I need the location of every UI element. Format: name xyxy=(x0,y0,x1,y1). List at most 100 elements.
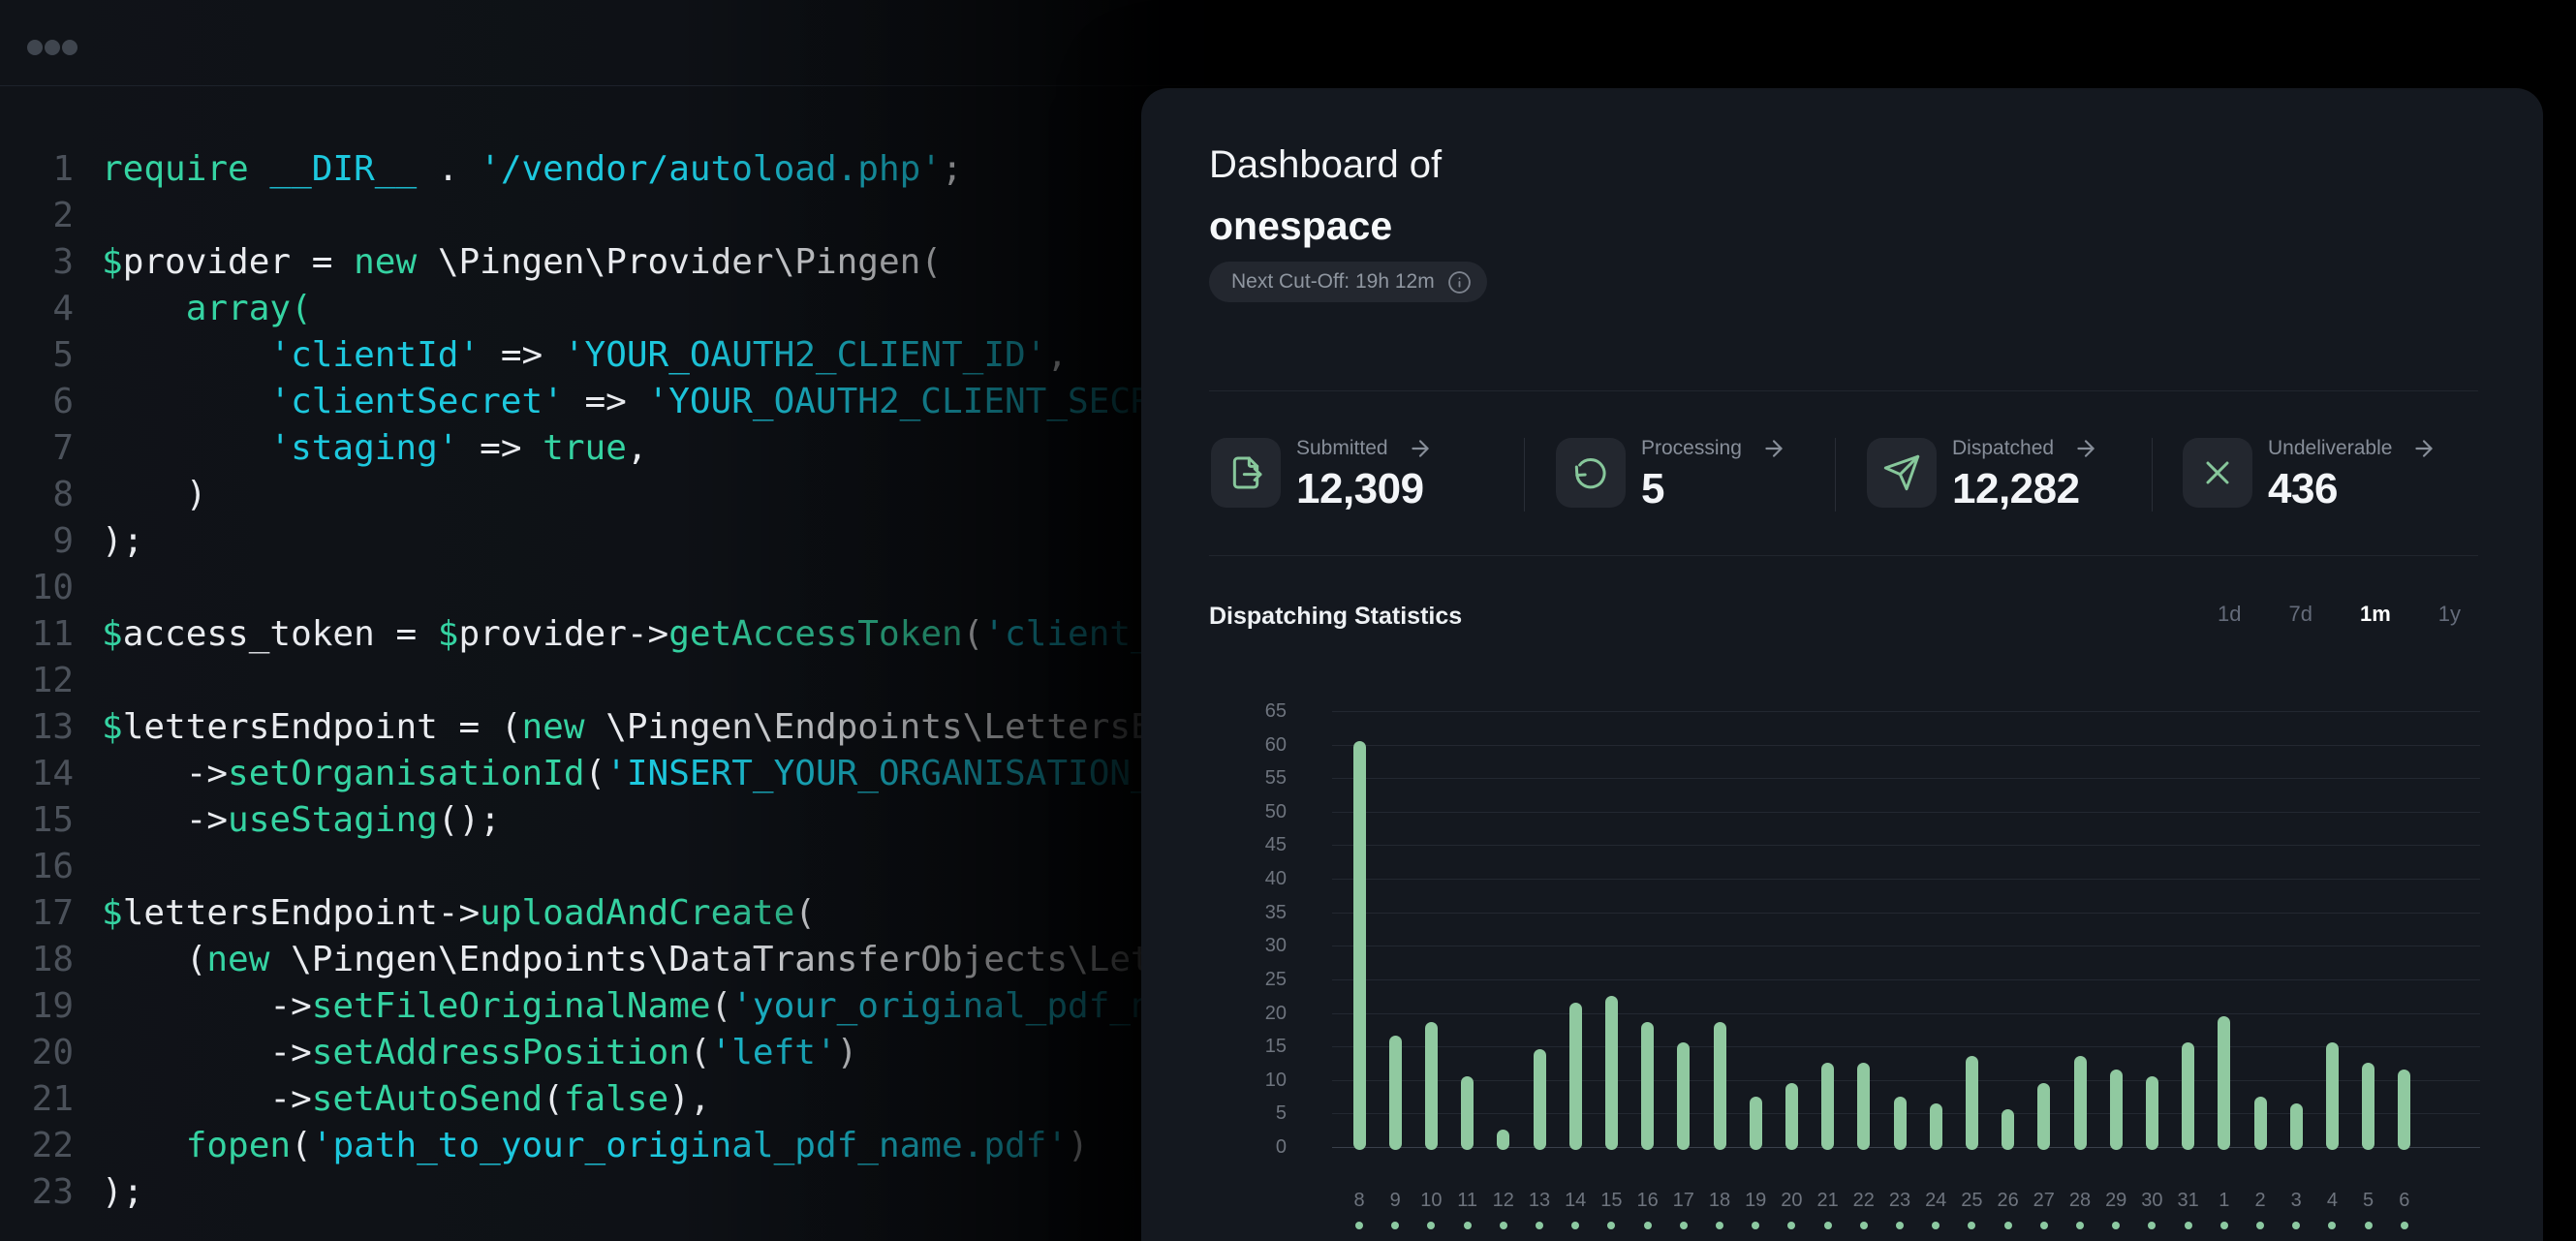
chart-bar-day-11 xyxy=(1461,1076,1474,1150)
range-button-1m[interactable]: 1m xyxy=(2360,602,2391,627)
code-text: ) xyxy=(102,472,206,518)
y-axis-label: 15 xyxy=(1141,1036,1287,1058)
panel-title-name: onespace xyxy=(1209,203,1392,249)
y-axis-label: 30 xyxy=(1141,935,1287,957)
stat-head: Dispatched xyxy=(1952,436,2098,461)
gridline xyxy=(1332,711,2480,712)
screenshot-canvas: 1 require __DIR__ . '/vendor/autoload.php… xyxy=(0,0,2576,1241)
chart-bar-day-23 xyxy=(1894,1097,1907,1150)
x-axis-dot-icon xyxy=(2148,1222,2156,1229)
line-number: 19 xyxy=(0,983,74,1030)
y-axis-label: 40 xyxy=(1141,868,1287,890)
y-axis-label: 50 xyxy=(1141,801,1287,823)
stat-value: 5 xyxy=(1641,465,1664,513)
chart-bar-day-19 xyxy=(1750,1097,1762,1150)
x-axis-dot-icon xyxy=(2112,1222,2120,1229)
y-axis-label: 10 xyxy=(1141,1070,1287,1092)
stat-label: Processing xyxy=(1641,437,1742,460)
x-axis-dot-icon xyxy=(1427,1222,1435,1229)
stat-divider xyxy=(2152,438,2153,512)
code-text: ->setAutoSend(false), xyxy=(102,1076,711,1123)
chart-bar-day-28 xyxy=(2074,1056,2087,1150)
line-number: 6 xyxy=(0,379,74,425)
x-axis-dot-icon xyxy=(2040,1222,2048,1229)
line-number: 23 xyxy=(0,1169,74,1216)
line-number: 21 xyxy=(0,1076,74,1123)
x-axis-dot-icon xyxy=(1968,1222,1975,1229)
line-number: 3 xyxy=(0,239,74,286)
dashboard-panel: Dashboard of onespace Next Cut-Off: 19h … xyxy=(1141,88,2543,1241)
x-axis-dot-icon xyxy=(2076,1222,2084,1229)
window-control-dot-icon[interactable] xyxy=(27,40,43,55)
info-icon[interactable] xyxy=(1447,270,1472,295)
code-text: $provider = new \Pingen\Provider\Pingen( xyxy=(102,239,942,286)
x-axis-dot-icon xyxy=(1571,1222,1579,1229)
x-axis-dot-icon xyxy=(1752,1222,1759,1229)
gridline xyxy=(1332,1046,2480,1047)
stat-value: 12,282 xyxy=(1952,465,2080,513)
gridline xyxy=(1332,1013,2480,1014)
chart-bar-day-13 xyxy=(1534,1049,1546,1150)
x-axis-dot-icon xyxy=(1787,1222,1795,1229)
range-button-1y[interactable]: 1y xyxy=(2438,602,2461,627)
chart-bar-day-31 xyxy=(2182,1042,2194,1150)
x-axis-dot-icon xyxy=(1644,1222,1652,1229)
section-title: Dispatching Statistics xyxy=(1209,603,1462,631)
x-axis-dot-icon xyxy=(1932,1222,1940,1229)
line-number: 18 xyxy=(0,937,74,983)
line-number: 16 xyxy=(0,844,74,890)
line-number: 8 xyxy=(0,472,74,518)
gridline xyxy=(1332,1113,2480,1114)
stat-icon-box xyxy=(1556,438,1626,508)
y-axis-label: 60 xyxy=(1141,734,1287,757)
divider xyxy=(1209,555,2478,556)
y-axis-label: 55 xyxy=(1141,767,1287,790)
stat-icon-box xyxy=(1211,438,1281,508)
line-number: 22 xyxy=(0,1123,74,1169)
x-axis-dot-icon xyxy=(1716,1222,1723,1229)
code-text: 'clientId' => 'YOUR_OAUTH2_CLIENT_ID', xyxy=(102,332,1068,379)
stat-label: Dispatched xyxy=(1952,437,2054,460)
x-axis-dot-icon xyxy=(2256,1222,2264,1229)
gridline xyxy=(1332,979,2480,980)
y-axis-label: 5 xyxy=(1141,1102,1287,1125)
x-axis-dot-icon xyxy=(1500,1222,1507,1229)
chart-bar-day-8 xyxy=(1353,741,1366,1150)
stat-head: Undeliverable xyxy=(2268,436,2436,461)
stat-head: Processing xyxy=(1641,436,1786,461)
chart-bar-day-15 xyxy=(1605,996,1618,1150)
chart-bar-day-16 xyxy=(1641,1022,1654,1150)
x-axis-dot-icon xyxy=(2365,1222,2373,1229)
x-axis-dot-icon xyxy=(1536,1222,1543,1229)
stat-divider xyxy=(1524,438,1525,512)
code-text: $lettersEndpoint->uploadAndCreate( xyxy=(102,890,816,937)
line-number: 2 xyxy=(0,193,74,239)
chart-bar-day-12 xyxy=(1497,1130,1509,1150)
window-control-dot-icon[interactable] xyxy=(45,40,60,55)
range-button-7d[interactable]: 7d xyxy=(2288,602,2312,627)
range-button-1d[interactable]: 1d xyxy=(2218,602,2241,627)
chart-bar-day-29 xyxy=(2110,1070,2123,1150)
line-number: 20 xyxy=(0,1030,74,1076)
gridline xyxy=(1332,913,2480,914)
y-axis-label: 65 xyxy=(1141,700,1287,723)
code-text: ); xyxy=(102,1169,143,1216)
refresh-icon xyxy=(1571,453,1610,492)
code-text: fopen('path_to_your_original_pdf_name.pd… xyxy=(102,1123,1089,1169)
code-text: ->setAddressPosition('left') xyxy=(102,1030,857,1076)
line-number: 1 xyxy=(0,146,74,193)
file-export-icon xyxy=(1226,453,1265,492)
x-axis-dot-icon xyxy=(1824,1222,1832,1229)
line-number: 10 xyxy=(0,565,74,611)
code-text: require __DIR__ . '/vendor/autoload.php'… xyxy=(102,146,963,193)
send-icon xyxy=(1882,453,1921,492)
window-control-dot-icon[interactable] xyxy=(62,40,78,55)
stat-value: 436 xyxy=(2268,465,2338,513)
chart-bar-day-4 xyxy=(2326,1042,2339,1150)
y-axis-label: 25 xyxy=(1141,969,1287,991)
x-axis-dot-icon xyxy=(2292,1222,2300,1229)
line-number: 15 xyxy=(0,797,74,844)
chart-bar-day-2 xyxy=(2254,1097,2267,1150)
x-axis-dot-icon xyxy=(1391,1222,1399,1229)
x-axis-dot-icon xyxy=(2220,1222,2228,1229)
